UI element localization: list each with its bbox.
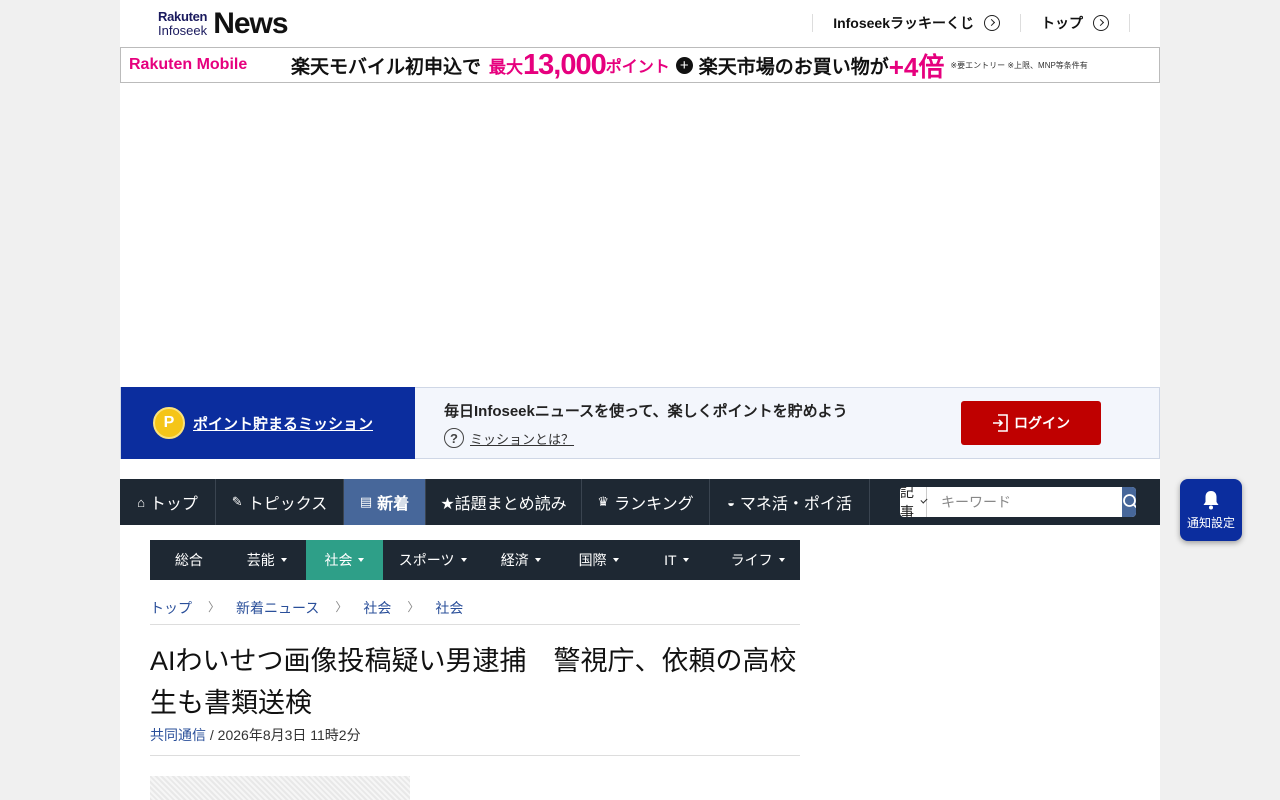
nav-item-matome[interactable]: ★話題まとめ読み xyxy=(426,479,582,525)
divider xyxy=(150,755,800,756)
nav-item-manekatsu[interactable]: ◒ マネ活・ポイ活 xyxy=(710,479,870,525)
article-date: / 2026年8月3日 11時2分 xyxy=(206,727,361,743)
login-button[interactable]: ログイン xyxy=(961,401,1101,445)
caret-down-icon xyxy=(682,558,689,562)
article-source[interactable]: 共同通信 xyxy=(150,727,206,743)
category-general[interactable]: 総合 xyxy=(150,540,228,580)
mission-title: ポイント貯まるミッション xyxy=(193,415,374,433)
mission-link[interactable]: P ポイント貯まるミッション xyxy=(121,387,415,459)
mission-help-label: ミッションとは？ xyxy=(470,431,575,447)
category-life[interactable]: ライフ xyxy=(715,540,800,580)
article-image xyxy=(150,776,410,800)
search-type-select[interactable]: 記事 xyxy=(900,487,928,517)
top-link[interactable]: トップ xyxy=(1020,14,1130,32)
circle-arrow-icon xyxy=(1093,15,1109,31)
logo-news: News xyxy=(213,7,288,40)
category-international[interactable]: 国際 xyxy=(560,540,638,580)
lucky-kuji-link[interactable]: Infoseekラッキーくじ xyxy=(812,14,1020,32)
breadcrumb-society[interactable]: 社会 xyxy=(363,598,391,624)
category-sports[interactable]: スポーツ xyxy=(383,540,481,580)
chevron-right-icon: 〉 xyxy=(208,600,221,614)
search-button[interactable] xyxy=(1122,487,1136,517)
nav-item-top[interactable]: ⌂ トップ xyxy=(120,479,216,525)
banner-note: ※要エントリー ※上限、MNP等条件有 xyxy=(950,60,1088,70)
header-links: Infoseekラッキーくじ トップ xyxy=(812,14,1130,32)
banner-boost: +4倍 xyxy=(888,51,945,82)
breadcrumb: トップ 〉 新着ニュース 〉 社会 〉 社会 xyxy=(150,598,800,625)
pencil-icon: ✎ xyxy=(231,494,243,509)
mission-help-link[interactable]: ? ミッションとは？ xyxy=(444,428,574,448)
circle-arrow-icon xyxy=(984,15,1000,31)
caret-down-icon xyxy=(778,558,785,562)
article-meta: 共同通信 / 2026年8月3日 11時2分 xyxy=(150,725,361,745)
notification-label: 通知設定 xyxy=(1186,515,1235,530)
category-it[interactable]: IT xyxy=(637,540,715,580)
ad-banner[interactable]: Rakuten Mobile 楽天モバイル初申込で 最大 13,000 ポイント… xyxy=(120,47,1160,83)
breadcrumb-top[interactable]: トップ xyxy=(150,598,192,624)
logo-infoseek: Infoseek xyxy=(158,23,208,38)
site-header: Rakuten Infoseek News Infoseekラッキーくじ トップ xyxy=(120,0,1160,46)
search-icon xyxy=(1123,494,1136,509)
mission-description: 毎日Infoseekニュースを使って、楽しくポイントを貯めよう xyxy=(444,403,848,420)
banner-points: 13,000 xyxy=(523,48,607,81)
mission-bar: P ポイント貯まるミッション 毎日Infoseekニュースを使って、楽しくポイン… xyxy=(120,387,1160,459)
banner-text-1: 楽天モバイル初申込で xyxy=(291,56,482,78)
logo-rakuten: Rakuten xyxy=(158,9,208,24)
breadcrumb-society-sub[interactable]: 社会 xyxy=(435,598,463,624)
article-title: AIわいせつ画像投稿疑い男逮捕 警視庁、依頼の高校生も書類送検 xyxy=(150,646,797,718)
category-entertainment[interactable]: 芸能 xyxy=(228,540,306,580)
login-icon xyxy=(993,414,1008,432)
chevron-right-icon: 〉 xyxy=(335,600,348,614)
plus-icon: + xyxy=(675,56,693,74)
chevron-right-icon: 〉 xyxy=(407,600,420,614)
site-logo[interactable]: Rakuten Infoseek News xyxy=(158,7,289,41)
point-coin-icon: P xyxy=(153,407,185,439)
caret-down-icon xyxy=(358,558,365,562)
bell-icon xyxy=(1203,490,1219,509)
home-icon: ⌂ xyxy=(137,494,145,510)
banner-text-4: 楽天市場のお買い物が xyxy=(698,56,889,78)
banner-text-3: ポイント xyxy=(605,59,670,76)
crown-icon: ♛ xyxy=(597,494,610,509)
breadcrumb-new[interactable]: 新着ニュース xyxy=(236,598,319,624)
category-society[interactable]: 社会 xyxy=(305,540,384,580)
nav-item-new[interactable]: ▤ 新着 xyxy=(344,479,426,525)
page: Rakuten Infoseek News Infoseekラッキーくじ トップ… xyxy=(120,0,1160,800)
category-nav: 総合 芸能 社会 スポーツ 経済 国際 IT ライフ xyxy=(150,540,800,580)
main-nav: ⌂ トップ ✎ トピックス ▤ 新着 ★話題まとめ読み ♛ ランキング ◒ マネ… xyxy=(120,479,1160,525)
question-icon: ? xyxy=(444,428,464,448)
document-icon: ▤ xyxy=(359,494,373,509)
nav-item-topics[interactable]: ✎ トピックス xyxy=(216,479,344,525)
login-label: ログイン xyxy=(1014,415,1070,431)
caret-down-icon xyxy=(460,558,467,562)
notification-settings-button[interactable]: 通知設定 xyxy=(1180,479,1242,541)
caret-down-icon xyxy=(280,558,287,562)
search-box: 記事 xyxy=(900,487,1136,517)
banner-text-2: 最大 xyxy=(489,57,524,77)
caret-down-icon xyxy=(612,558,619,562)
nav-item-ranking[interactable]: ♛ ランキング xyxy=(582,479,710,525)
banner-brand: Rakuten Mobile xyxy=(129,56,248,73)
caret-down-icon xyxy=(534,558,541,562)
wallet-icon: ◒ xyxy=(727,494,735,510)
search-input[interactable] xyxy=(927,487,1122,517)
category-economy[interactable]: 経済 xyxy=(482,540,560,580)
